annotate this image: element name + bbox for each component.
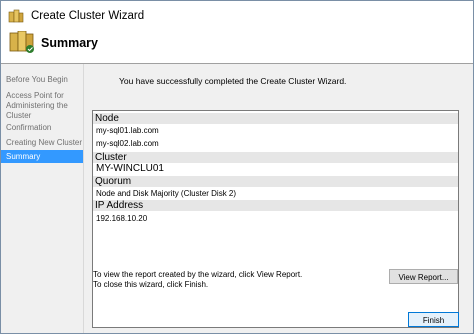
step-creating-new-cluster[interactable]: Creating New Cluster (1, 138, 83, 148)
step-summary[interactable]: Summary (1, 150, 83, 163)
node-value-1: my-sql01.lab.com (96, 126, 159, 135)
cluster-wizard-icon (8, 9, 24, 23)
cluster-heading: Cluster (93, 152, 458, 163)
wizard-body: Before You Begin Access Point for Admini… (1, 64, 473, 333)
wizard-header: Summary (1, 30, 473, 67)
report-box[interactable]: Node my-sql01.lab.com my-sql02.lab.com C… (92, 110, 459, 328)
finish-hint: To close this wizard, click Finish. (93, 280, 209, 289)
intro-text: You have successfully completed the Crea… (119, 76, 347, 86)
window-title: Create Cluster Wizard (31, 10, 145, 22)
page-title: Summary (41, 36, 98, 50)
ip-address-heading: IP Address (93, 200, 458, 211)
cluster-name: MY-WINCLU01 (96, 163, 164, 174)
node-heading: Node (93, 113, 458, 124)
step-before-you-begin[interactable]: Before You Begin (1, 75, 83, 85)
quorum-value: Node and Disk Majority (Cluster Disk 2) (96, 189, 237, 198)
view-report-button[interactable]: View Report... (389, 269, 458, 284)
title-bar: Create Cluster Wizard (1, 1, 473, 31)
step-access-point[interactable]: Access Point for Administering the Clust… (1, 91, 83, 121)
finish-button[interactable]: Finish (408, 312, 459, 327)
view-report-hint: To view the report created by the wizard… (93, 270, 303, 279)
steps-divider (83, 64, 84, 333)
quorum-heading: Quorum (93, 176, 458, 187)
steps-panel: Before You Begin Access Point for Admini… (1, 64, 83, 333)
wizard-window: Create Cluster Wizard Summary Before You… (0, 0, 474, 334)
servers-icon (8, 30, 36, 55)
step-confirmation[interactable]: Confirmation (1, 123, 83, 133)
node-value-2: my-sql02.lab.com (96, 139, 159, 148)
ip-address-value: 192.168.10.20 (96, 214, 148, 223)
